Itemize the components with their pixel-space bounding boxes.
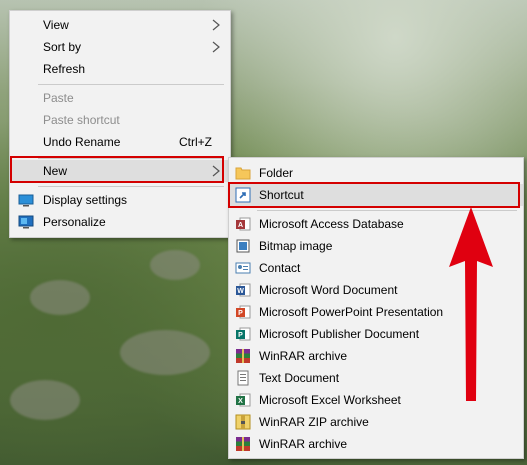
menu-item-display-settings[interactable]: Display settings xyxy=(10,189,230,211)
menu-item-label: Personalize xyxy=(43,215,106,229)
personalize-icon xyxy=(18,215,34,229)
display-icon xyxy=(18,194,34,207)
menu-item-refresh[interactable]: Refresh xyxy=(10,58,230,80)
submenu-item-label: Text Document xyxy=(259,371,340,385)
menu-item-label: Display settings xyxy=(43,193,128,207)
svg-text:P: P xyxy=(238,310,243,317)
svg-text:W: W xyxy=(237,288,244,295)
contact-icon xyxy=(235,262,251,274)
svg-text:P: P xyxy=(238,332,243,339)
menu-item-paste[interactable]: Paste xyxy=(10,87,230,109)
svg-text:X: X xyxy=(238,398,243,405)
folder-icon xyxy=(235,167,251,180)
wallpaper-rock xyxy=(150,250,200,280)
winrar-zip-icon xyxy=(235,414,251,430)
submenu-item-label: Microsoft PowerPoint Presentation xyxy=(259,305,444,319)
menu-item-label: View xyxy=(43,18,69,32)
chevron-right-icon xyxy=(212,19,220,31)
menu-item-label: Paste shortcut xyxy=(43,113,120,127)
submenu-item-label: WinRAR archive xyxy=(259,437,348,451)
menu-item-paste-shortcut[interactable]: Paste shortcut xyxy=(10,109,230,131)
submenu-item-label: Contact xyxy=(259,261,301,275)
submenu-item-label: Microsoft Publisher Document xyxy=(259,327,420,341)
bitmap-icon xyxy=(236,239,250,253)
menu-item-label: Refresh xyxy=(43,62,86,76)
menu-item-label: Undo Rename xyxy=(43,135,121,149)
submenu-item-winrar-archive[interactable]: WinRAR archive xyxy=(229,433,523,455)
powerpoint-icon: P xyxy=(236,305,251,319)
submenu-item-winrar-zip-archive[interactable]: WinRAR ZIP archive xyxy=(229,411,523,433)
wallpaper-rock xyxy=(30,280,90,315)
text-document-icon xyxy=(237,370,249,386)
submenu-item-label: Microsoft Access Database xyxy=(259,217,404,231)
svg-text:A: A xyxy=(238,222,243,229)
menu-separator xyxy=(38,84,224,85)
publisher-icon: P xyxy=(236,327,251,341)
menu-item-sort-by[interactable]: Sort by xyxy=(10,36,230,58)
submenu-item-label: Folder xyxy=(259,166,294,180)
winrar-icon xyxy=(236,349,250,363)
desktop-context-menu: View Sort by Refresh Paste Paste shortcu… xyxy=(9,10,231,238)
keyboard-shortcut: Ctrl+Z xyxy=(179,135,212,149)
submenu-item-label: Microsoft Excel Worksheet xyxy=(259,393,401,407)
submenu-item-label: WinRAR ZIP archive xyxy=(259,415,369,429)
menu-item-personalize[interactable]: Personalize xyxy=(10,211,230,233)
new-item-highlight-box xyxy=(10,156,224,183)
excel-icon: X xyxy=(236,393,251,407)
wallpaper-rock xyxy=(10,380,80,420)
menu-item-label: Paste xyxy=(43,91,74,105)
menu-separator xyxy=(38,186,224,187)
word-icon: W xyxy=(236,283,251,297)
wallpaper-rock xyxy=(120,330,210,375)
menu-item-undo-rename[interactable]: Undo Rename Ctrl+Z xyxy=(10,131,230,153)
red-arrow-annotation xyxy=(449,207,493,401)
menu-item-label: Sort by xyxy=(43,40,82,54)
menu-item-view[interactable]: View xyxy=(10,14,230,36)
submenu-item-label: Bitmap image xyxy=(259,239,333,253)
winrar-icon xyxy=(236,437,250,451)
submenu-item-label: WinRAR archive xyxy=(259,349,348,363)
chevron-right-icon xyxy=(212,41,220,53)
submenu-item-folder[interactable]: Folder xyxy=(229,162,523,184)
access-icon: A xyxy=(236,217,251,231)
submenu-item-label: Microsoft Word Document xyxy=(259,283,398,297)
